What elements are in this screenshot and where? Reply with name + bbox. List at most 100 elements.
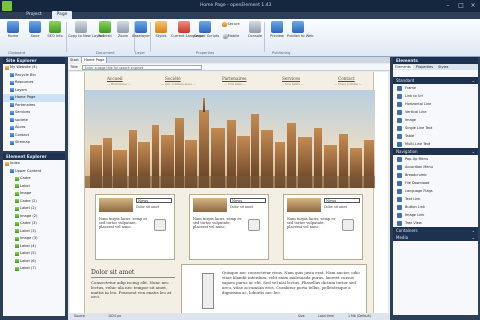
- tab-properties[interactable]: Properties: [414, 65, 435, 69]
- page-icon: [15, 214, 19, 219]
- maximize-icon[interactable]: □: [455, 1, 467, 10]
- element-item[interactable]: Horizontal Line: [393, 100, 478, 108]
- minimize-icon[interactable]: –: [442, 1, 454, 10]
- tab-project[interactable]: Project: [16, 11, 52, 19]
- element-item[interactable]: Text Link: [393, 195, 478, 203]
- site_explorer-item[interactable]: Sitemap: [3, 139, 65, 147]
- layer-icon: [135, 21, 147, 33]
- nav-services[interactable]: Services: [282, 76, 300, 81]
- publish-to-web-button[interactable]: Publish to Web: [287, 21, 314, 51]
- styles-icon: [155, 21, 167, 33]
- refresh-icon: [99, 21, 111, 33]
- app-logo-icon[interactable]: [2, 1, 12, 11]
- site_explorer-item[interactable]: Recycle Bin: [3, 72, 65, 80]
- element-item[interactable]: Breadcrumb: [393, 171, 478, 179]
- site_explorer-item[interactable]: Home Page: [3, 94, 65, 102]
- element-item[interactable]: Vertical Line: [393, 108, 478, 116]
- chevron-down-icon: ⌄: [471, 78, 475, 83]
- styles-button[interactable]: Styles: [150, 21, 172, 51]
- site_explorer-item-label: Sitemap: [15, 140, 30, 144]
- nav-societe[interactable]: Société: [165, 76, 181, 81]
- element_explorer-item[interactable]: Cadre: [3, 175, 65, 183]
- secure-button[interactable]: Secure: [220, 21, 242, 33]
- save-button[interactable]: Save: [24, 21, 46, 51]
- element_explorer-item[interactable]: Upper Content: [3, 168, 65, 176]
- element_explorer-item[interactable]: Image (2): [3, 213, 65, 221]
- site_explorer-item[interactable]: My Website (4): [3, 64, 65, 72]
- element-item[interactable]: Button Link: [393, 203, 478, 211]
- element_explorer-item[interactable]: Label (5): [3, 250, 65, 258]
- source-button[interactable]: Source: [74, 313, 85, 320]
- server-scripts-button[interactable]: Server Scripts: [194, 21, 219, 51]
- element_explorer-item[interactable]: Cadre (2): [3, 198, 65, 206]
- site_explorer-item[interactable]: Resources: [3, 79, 65, 87]
- site_explorer-item[interactable]: Contact: [3, 132, 65, 140]
- console-button[interactable]: Console: [244, 21, 266, 51]
- design-canvas[interactable]: Accueil — Bienvenue — Société — Qui somm…: [70, 72, 388, 315]
- element_explorer-item[interactable]: Index: [3, 160, 65, 168]
- element-item-label: Accordion Menu: [405, 165, 433, 169]
- page-icon: [15, 176, 19, 181]
- element-item[interactable]: Table: [393, 132, 478, 140]
- site_explorer-item[interactable]: Partenaires: [3, 102, 65, 110]
- tab-elements[interactable]: Elements: [393, 65, 413, 69]
- home-button[interactable]: Home: [2, 21, 24, 51]
- element-item[interactable]: Image Link: [393, 211, 478, 219]
- tab-styles[interactable]: Styles: [436, 65, 450, 69]
- copy-to-new-layout-button[interactable]: Copy to New Layout: [68, 21, 104, 51]
- element_explorer-item[interactable]: Label (4): [3, 243, 65, 251]
- section-header[interactable]: Containers ⌄: [393, 227, 478, 234]
- element_explorer-item[interactable]: Label (6): [3, 258, 65, 266]
- page-title-input[interactable]: Enter a page title for search engines: [82, 65, 202, 70]
- element-item[interactable]: Tree View: [393, 219, 478, 227]
- site_explorer-item-label: Recycle Bin: [15, 72, 36, 77]
- card-subheading: Dolor sit amet: [230, 205, 253, 209]
- site_explorer-item-label: societe: [15, 117, 28, 122]
- element_explorer-item[interactable]: Label (7): [3, 265, 65, 273]
- tab-home-page[interactable]: Home Page: [82, 57, 108, 63]
- nav-partenaires[interactable]: Partenaires: [222, 76, 246, 81]
- element-item[interactable]: Single Line Text: [393, 124, 478, 132]
- element_explorer-item[interactable]: Image (3): [3, 235, 65, 243]
- elements-panel-title: Elements: [393, 57, 478, 64]
- element-item[interactable]: Accordion Menu: [393, 163, 478, 171]
- element_explorer-item[interactable]: Cadre (3): [3, 220, 65, 228]
- card-thumbnail: [287, 198, 321, 212]
- preview-button[interactable]: Preview: [266, 21, 288, 51]
- element_explorer-item[interactable]: Label: [3, 183, 65, 191]
- site_explorer-item[interactable]: Services: [3, 109, 65, 117]
- element-item-label: Tree View: [405, 221, 422, 225]
- element_explorer-item-label: Index: [10, 161, 20, 165]
- nav-contact[interactable]: Contact: [338, 76, 355, 81]
- element-item[interactable]: Multi-Line Text: [393, 140, 478, 148]
- card-text: Nam turpis lacus, semp er sed tortor vul…: [287, 217, 336, 230]
- section-header[interactable]: Navigation ⌄: [393, 148, 478, 155]
- tab-start[interactable]: Start: [68, 57, 82, 63]
- baselayer-button[interactable]: Baselayer: [130, 21, 152, 51]
- page-icon: [15, 206, 19, 211]
- page-icon: [15, 251, 19, 256]
- element-item[interactable]: Language Flags: [393, 187, 478, 195]
- tab-page[interactable]: Page: [52, 11, 72, 19]
- element-item[interactable]: Image: [393, 116, 478, 124]
- site_explorer-item[interactable]: Acces: [3, 124, 65, 132]
- site_explorer-item[interactable]: Layers: [3, 87, 65, 95]
- section-header[interactable]: Standard ⌄: [393, 77, 478, 84]
- element_explorer-item[interactable]: Image: [3, 190, 65, 198]
- element-item[interactable]: File Download: [393, 179, 478, 187]
- card-thumbnail: [99, 198, 133, 212]
- element-item-label: Table: [405, 134, 415, 138]
- element_explorer-item[interactable]: Label (2): [3, 205, 65, 213]
- console-icon: [249, 21, 261, 33]
- element-item[interactable]: Frame: [393, 84, 478, 92]
- section-header-label: Standard: [396, 78, 415, 83]
- nav-accueil[interactable]: Accueil: [107, 76, 123, 81]
- seo-info-button[interactable]: SEO Info: [44, 21, 66, 51]
- element_explorer-item[interactable]: Label (3): [3, 228, 65, 236]
- site_explorer-item[interactable]: societe: [3, 117, 65, 125]
- close-icon[interactable]: ×: [467, 1, 479, 10]
- section-header[interactable]: Media ⌄: [393, 234, 478, 241]
- element-item[interactable]: Link to Url: [393, 92, 478, 100]
- mobile-button[interactable]: Mobile: [220, 33, 242, 45]
- element-item[interactable]: Pop-Up Menu: [393, 155, 478, 163]
